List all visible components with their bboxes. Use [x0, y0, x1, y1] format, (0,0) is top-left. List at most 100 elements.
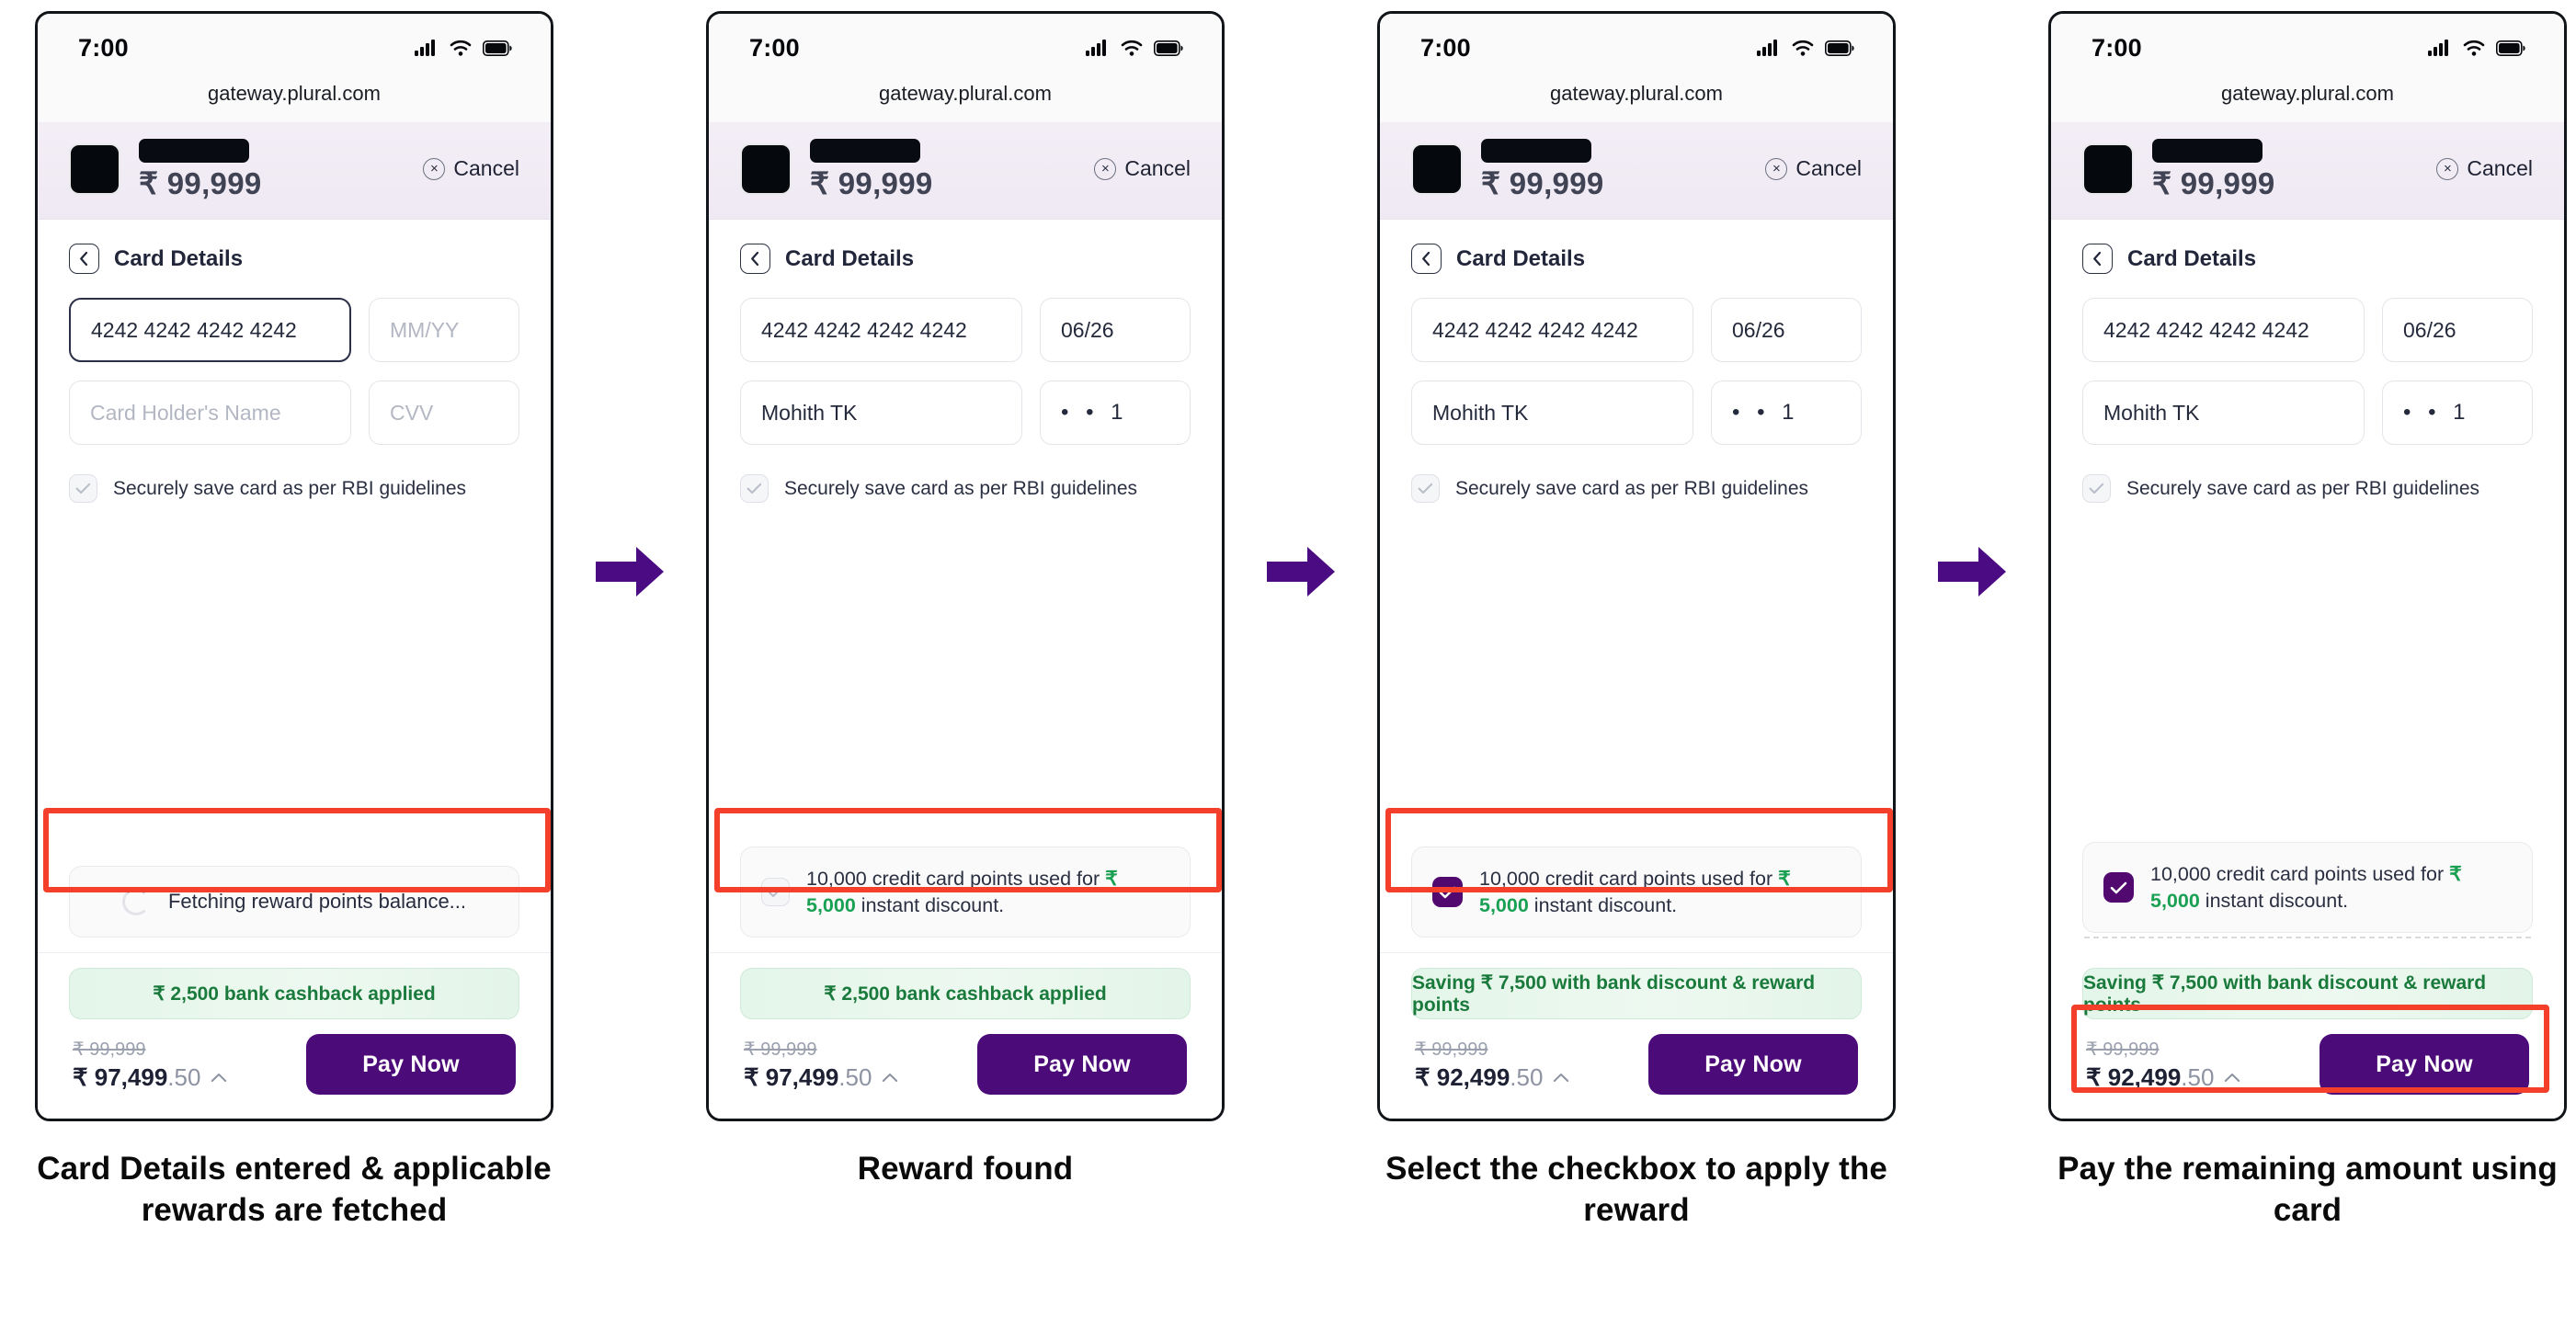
payable-amount-decimals: .50	[838, 1062, 872, 1091]
card-number-input[interactable]: 4242 4242 4242 4242	[2082, 298, 2365, 362]
browser-url-bar: gateway.plural.com	[38, 82, 551, 122]
pay-bar: ₹ 99,999 ₹ 92,499.50 Pay Now	[1411, 1019, 1862, 1095]
cancel-button[interactable]: × Cancel	[1094, 156, 1191, 181]
reward-text-after: instant discount.	[1528, 893, 1678, 916]
card-holder-name-input[interactable]: Mohith TK	[740, 381, 1022, 445]
reward-zone: 10,000 credit card points used for ₹ 5,0…	[740, 846, 1191, 952]
savings-banner: Saving ₹ 7,500 with bank discount & rewa…	[2082, 968, 2533, 1019]
amount-summary[interactable]: ₹ 99,999 ₹ 92,499.50	[1415, 1038, 1569, 1092]
save-card-checkbox[interactable]	[1411, 474, 1440, 503]
payable-amount-row[interactable]: ₹ 92,499.50	[1415, 1063, 1569, 1092]
reward-offer-card[interactable]: 10,000 credit card points used for ₹ 5,0…	[740, 846, 1191, 937]
card-holder-name-input[interactable]: Mohith TK	[1411, 381, 1693, 445]
wifi-icon	[1121, 40, 1143, 56]
card-row-2: Mohith TK • • 1	[2082, 381, 2533, 445]
payment-footer: ₹ 2,500 bank cashback applied ₹ 99,999 ₹…	[38, 952, 551, 1119]
card-form-body: Card Details 4242 4242 4242 4242 06/26 M…	[709, 220, 1222, 952]
name-value: Mohith TK	[2103, 400, 2200, 425]
reward-checkbox-checked[interactable]	[1432, 877, 1463, 908]
payable-amount-row[interactable]: ₹ 97,499.50	[744, 1063, 898, 1092]
pay-now-button[interactable]: Pay Now	[1648, 1034, 1858, 1095]
page-title: Card Details	[785, 245, 915, 271]
cancel-button[interactable]: × Cancel	[2436, 156, 2533, 181]
amount-summary[interactable]: ₹ 99,999 ₹ 97,499.50	[744, 1038, 898, 1092]
payment-header: ₹ 99,999 × Cancel	[1380, 122, 1893, 220]
pay-now-button[interactable]: Pay Now	[977, 1034, 1187, 1095]
arrow-right-icon	[1938, 547, 2006, 597]
chevron-left-icon	[80, 251, 88, 267]
payable-amount-row[interactable]: ₹ 92,499.50	[2086, 1063, 2240, 1092]
url-text: gateway.plural.com	[1550, 82, 1723, 105]
card-number-value: 4242 4242 4242 4242	[1432, 317, 1638, 342]
save-card-checkbox[interactable]	[2082, 474, 2111, 503]
step-caption-3: Select the checkbox to apply the reward	[1385, 1151, 1887, 1228]
merchant-block: ₹ 99,999	[810, 139, 933, 199]
original-amount: ₹ 99,999	[1415, 1039, 1488, 1060]
reward-loading-card: Fetching reward points balance...	[69, 866, 519, 937]
cancel-button[interactable]: × Cancel	[1765, 156, 1862, 181]
card-number-input[interactable]: 4242 4242 4242 4242	[69, 298, 351, 362]
merchant-block: ₹ 99,999	[1481, 139, 1604, 199]
cvv-input[interactable]: CVV	[369, 381, 519, 445]
chevron-up-icon[interactable]	[882, 1073, 898, 1083]
payment-footer: ₹ 2,500 bank cashback applied ₹ 99,999 ₹…	[709, 952, 1222, 1119]
payable-amount-row[interactable]: ₹ 97,499.50	[73, 1063, 227, 1092]
cvv-input[interactable]: • • 1	[1711, 381, 1862, 445]
close-circle-icon: ×	[423, 157, 446, 180]
chevron-up-icon[interactable]	[211, 1073, 227, 1083]
cashback-banner: ₹ 2,500 bank cashback applied	[740, 968, 1191, 1019]
payable-amount: ₹ 92,499.50	[1415, 1063, 1543, 1092]
back-button[interactable]	[2082, 244, 2113, 274]
card-holder-name-input[interactable]: Card Holder's Name	[69, 381, 351, 445]
pay-now-button[interactable]: Pay Now	[2320, 1034, 2529, 1095]
save-card-label: Securely save card as per RBI guidelines	[2126, 477, 2480, 499]
expiry-input[interactable]: 06/26	[1040, 298, 1191, 362]
reward-offer-card[interactable]: 10,000 credit card points used for ₹ 5,0…	[2082, 842, 2533, 933]
status-icons	[2428, 40, 2525, 56]
save-card-row[interactable]: Securely save card as per RBI guidelines	[1411, 463, 1862, 503]
reward-offer-card[interactable]: 10,000 credit card points used for ₹ 5,0…	[1411, 846, 1862, 937]
save-card-row[interactable]: Securely save card as per RBI guidelines	[69, 463, 519, 503]
back-button[interactable]	[740, 244, 770, 274]
step-caption-4: Pay the remaining amount using card	[2057, 1151, 2558, 1228]
step-2: 7:00 gateway.plural.com ₹ 99,999 × Cance…	[671, 11, 1260, 1190]
card-number-input[interactable]: 4242 4242 4242 4242	[740, 298, 1022, 362]
reward-checkbox-checked[interactable]	[2103, 872, 2134, 903]
chevron-up-icon[interactable]	[2224, 1073, 2240, 1083]
flow-arrow-1	[588, 11, 671, 1132]
cvv-input[interactable]: • • 1	[2382, 381, 2533, 445]
pay-now-button[interactable]: Pay Now	[306, 1034, 516, 1095]
card-row-2: Mohith TK • • 1	[740, 381, 1191, 445]
payment-footer: Saving ₹ 7,500 with bank discount & rewa…	[2051, 953, 2564, 1119]
merchant-name-redacted	[810, 139, 920, 163]
payable-amount-main: ₹ 92,499	[1415, 1062, 1510, 1091]
cvv-input[interactable]: • • 1	[1040, 381, 1191, 445]
save-card-label: Securely save card as per RBI guidelines	[1455, 477, 1809, 499]
expiry-value: 06/26	[2403, 317, 2456, 342]
save-card-row[interactable]: Securely save card as per RBI guidelines	[740, 463, 1191, 503]
save-card-checkbox[interactable]	[69, 474, 97, 503]
back-button[interactable]	[69, 244, 99, 274]
step-3: 7:00 gateway.plural.com ₹ 99,999 × Cance…	[1342, 11, 1931, 1232]
card-row-1: 4242 4242 4242 4242 06/26	[2082, 298, 2533, 362]
cancel-button[interactable]: × Cancel	[423, 156, 519, 181]
status-bar: 7:00	[2051, 14, 2564, 82]
expiry-input[interactable]: 06/26	[2382, 298, 2533, 362]
payable-amount: ₹ 97,499.50	[73, 1063, 200, 1092]
card-holder-name-input[interactable]: Mohith TK	[2082, 381, 2365, 445]
expiry-input[interactable]: 06/26	[1711, 298, 1862, 362]
check-icon	[1439, 886, 1456, 898]
save-card-row[interactable]: Securely save card as per RBI guidelines	[2082, 463, 2533, 503]
merchant-block: ₹ 99,999	[2152, 139, 2275, 199]
save-card-checkbox[interactable]	[740, 474, 769, 503]
wifi-icon	[1792, 40, 1814, 56]
reward-checkbox[interactable]	[761, 878, 790, 907]
arrow-right-icon	[1267, 547, 1335, 597]
cancel-label: Cancel	[2467, 156, 2533, 180]
amount-summary[interactable]: ₹ 99,999 ₹ 92,499.50	[2086, 1038, 2240, 1092]
card-number-input[interactable]: 4242 4242 4242 4242	[1411, 298, 1693, 362]
amount-summary[interactable]: ₹ 99,999 ₹ 97,499.50	[73, 1038, 227, 1092]
back-button[interactable]	[1411, 244, 1442, 274]
expiry-input[interactable]: MM/YY	[369, 298, 519, 362]
chevron-up-icon[interactable]	[1553, 1073, 1569, 1083]
